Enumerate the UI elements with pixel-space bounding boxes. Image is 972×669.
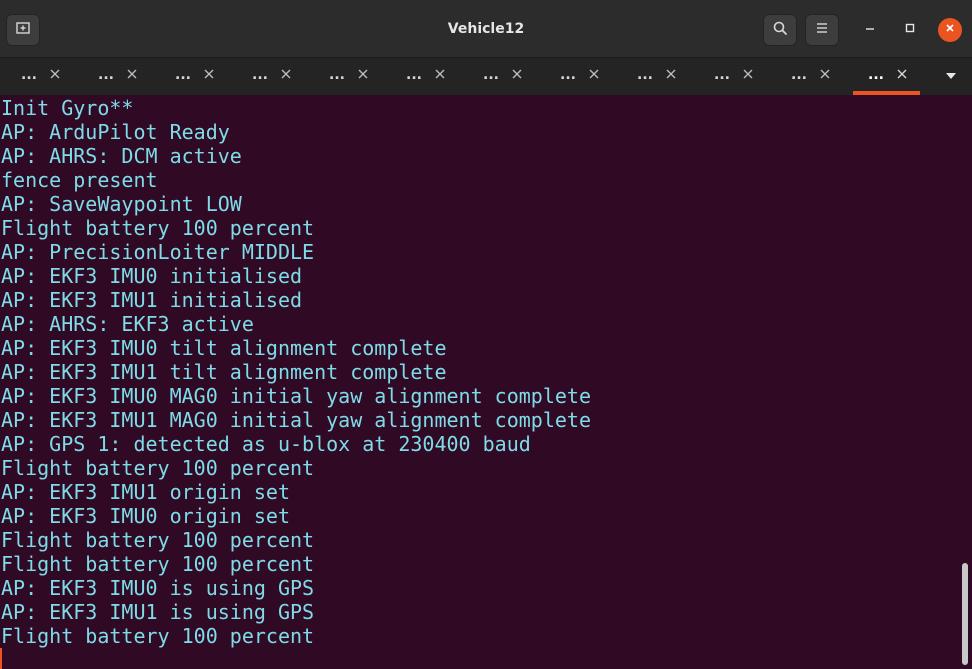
close-window-button[interactable] <box>938 18 962 42</box>
terminal-line: AP: PrecisionLoiter MIDDLE <box>1 240 315 264</box>
terminal-line: AP: SaveWaypoint LOW <box>1 192 242 216</box>
close-icon <box>944 21 956 39</box>
tab-label: ... <box>791 67 807 83</box>
terminal-window: Vehicle12 ... ... ... ... ... ... ... ..… <box>0 0 972 669</box>
tab-label: ... <box>252 67 268 83</box>
terminal-lines: Init Gyro** AP: ArduPilot Ready AP: AHRS… <box>1 96 591 648</box>
close-icon[interactable] <box>125 67 139 81</box>
terminal-output[interactable]: Init Gyro** AP: ArduPilot Ready AP: AHRS… <box>0 95 972 669</box>
close-icon[interactable] <box>664 67 678 81</box>
tab[interactable]: ... <box>385 58 462 95</box>
search-button[interactable] <box>763 14 797 46</box>
terminal-line: Flight battery 100 percent <box>1 624 315 648</box>
tab[interactable]: ... <box>231 58 308 95</box>
maximize-icon <box>904 21 916 39</box>
text-cursor <box>0 648 2 669</box>
terminal-line: AP: AHRS: DCM active <box>1 144 242 168</box>
tab[interactable]: ... <box>0 58 77 95</box>
scrollbar-thumb[interactable] <box>962 563 968 665</box>
close-icon[interactable] <box>48 67 62 81</box>
search-icon <box>772 20 788 41</box>
terminal-line: AP: EKF3 IMU1 is using GPS <box>1 600 315 624</box>
close-icon[interactable] <box>587 67 601 81</box>
terminal-line: AP: EKF3 IMU0 origin set <box>1 504 290 528</box>
terminal-line: Flight battery 100 percent <box>1 528 315 552</box>
minimize-button[interactable] <box>858 18 882 42</box>
menu-button[interactable] <box>805 14 839 46</box>
terminal-line: Init Gyro** <box>1 96 134 120</box>
tab-label: ... <box>98 67 114 83</box>
tab[interactable]: ... <box>462 58 539 95</box>
hamburger-menu-icon <box>815 21 829 40</box>
tab-label: ... <box>329 67 345 83</box>
terminal-line: AP: GPS 1: detected as u-blox at 230400 … <box>1 432 531 456</box>
tab-active[interactable]: ... <box>847 58 924 95</box>
close-icon[interactable] <box>202 67 216 81</box>
tab-bar: ... ... ... ... ... ... ... ... ... ... … <box>0 58 972 95</box>
tab-label: ... <box>560 67 576 83</box>
terminal-line: AP: EKF3 IMU1 origin set <box>1 480 290 504</box>
terminal-line: AP: EKF3 IMU1 MAG0 initial yaw alignment… <box>1 408 592 432</box>
tab[interactable]: ... <box>616 58 693 95</box>
close-icon[interactable] <box>279 67 293 81</box>
tab[interactable]: ... <box>539 58 616 95</box>
tab[interactable]: ... <box>770 58 847 95</box>
terminal-line: fence present <box>1 168 158 192</box>
tab[interactable]: ... <box>693 58 770 95</box>
terminal-line: AP: AHRS: EKF3 active <box>1 312 254 336</box>
minimize-icon <box>864 21 876 39</box>
title-bar: Vehicle12 <box>0 0 972 58</box>
close-icon[interactable] <box>510 67 524 81</box>
tab-label: ... <box>714 67 730 83</box>
terminal-line: AP: ArduPilot Ready <box>1 120 230 144</box>
terminal-line: AP: EKF3 IMU1 tilt alignment complete <box>1 360 447 384</box>
tab[interactable]: ... <box>77 58 154 95</box>
close-icon[interactable] <box>818 67 832 81</box>
terminal-line: AP: EKF3 IMU0 tilt alignment complete <box>1 336 447 360</box>
terminal-line: AP: EKF3 IMU0 MAG0 initial yaw alignment… <box>1 384 592 408</box>
chevron-down-icon <box>945 67 957 85</box>
terminal-line: AP: EKF3 IMU0 is using GPS <box>1 576 315 600</box>
tab-label: ... <box>406 67 422 83</box>
maximize-button[interactable] <box>898 18 922 42</box>
tab-list-dropdown-button[interactable] <box>940 65 962 87</box>
close-icon[interactable] <box>741 67 755 81</box>
tab-label: ... <box>483 67 499 83</box>
tab-label: ... <box>637 67 653 83</box>
close-icon[interactable] <box>895 67 909 81</box>
tab-label: ... <box>175 67 191 83</box>
close-icon[interactable] <box>356 67 370 81</box>
terminal-line: AP: EKF3 IMU0 initialised <box>1 264 303 288</box>
tab-label: ... <box>868 67 884 83</box>
terminal-line: Flight battery 100 percent <box>1 216 315 240</box>
tab[interactable]: ... <box>308 58 385 95</box>
close-icon[interactable] <box>433 67 447 81</box>
tab-label: ... <box>21 67 37 83</box>
terminal-line: Flight battery 100 percent <box>1 552 315 576</box>
tab[interactable]: ... <box>154 58 231 95</box>
terminal-line: AP: EKF3 IMU1 initialised <box>1 288 303 312</box>
terminal-line: Flight battery 100 percent <box>1 456 315 480</box>
